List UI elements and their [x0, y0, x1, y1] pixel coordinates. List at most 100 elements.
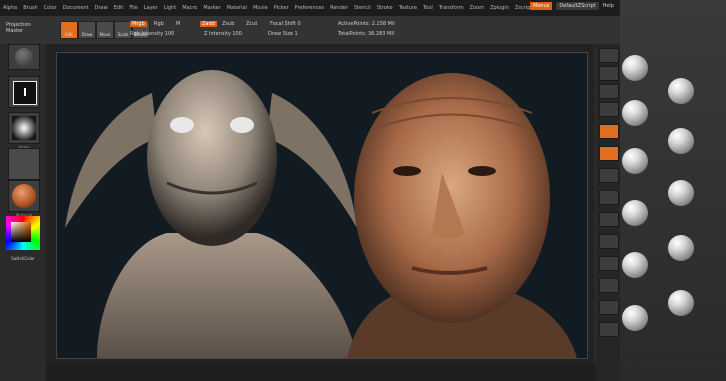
total-points-readout: TotalPoints: 36.283 Mil: [338, 31, 395, 37]
rotate-view-button[interactable]: [599, 278, 619, 293]
arrow-down-icon: [24, 88, 26, 96]
color-picker[interactable]: [6, 216, 40, 250]
sphere-icon[interactable]: [622, 100, 648, 126]
zsub-toggle[interactable]: Zsub: [222, 21, 234, 27]
menu-item[interactable]: Color: [41, 5, 60, 11]
zadd-toggle[interactable]: Zadd: [200, 21, 217, 27]
rgb-intensity-slider[interactable]: Rgb Intensity 100: [130, 31, 174, 37]
document-viewport: [46, 44, 594, 364]
sphere-icon[interactable]: [668, 290, 694, 316]
right-horn: [267, 93, 357, 228]
material-sphere-icon: [12, 184, 36, 208]
default-zscript-button[interactable]: DefaultZScript: [556, 2, 599, 10]
zcut-toggle[interactable]: Zcut: [246, 21, 257, 27]
bottom-tray: [46, 364, 596, 381]
sphere-icon[interactable]: [668, 78, 694, 104]
stroke-preview: [13, 81, 37, 105]
left-horn: [65, 93, 157, 228]
sphere-icon[interactable]: [668, 235, 694, 261]
menu-item[interactable]: Stroke: [374, 5, 396, 11]
mrgb-toggle[interactable]: Mrgb: [130, 21, 147, 27]
menus-toggle[interactable]: Menus: [530, 2, 553, 10]
menu-item[interactable]: Stencil: [351, 5, 374, 11]
man-right-eye: [468, 166, 496, 176]
menu-item[interactable]: File: [126, 5, 140, 11]
sphere-icon[interactable]: [622, 55, 648, 81]
zoom-button[interactable]: [599, 66, 619, 81]
menu-item[interactable]: Layer: [141, 5, 161, 11]
sphere-icon[interactable]: [622, 305, 648, 331]
menu-item[interactable]: Material: [224, 5, 250, 11]
sphere-icon[interactable]: [622, 252, 648, 278]
menu-item[interactable]: Alpha: [0, 5, 20, 11]
draw-button[interactable]: Draw: [78, 21, 96, 39]
texture-slot[interactable]: Texture: [8, 148, 40, 186]
menu-item[interactable]: Tool: [420, 5, 436, 11]
menu-item[interactable]: Texture: [396, 5, 420, 11]
material-slot[interactable]: Material: [8, 180, 40, 218]
projection-master-label[interactable]: Projection Master: [6, 22, 42, 34]
man-head: [354, 73, 550, 323]
z-intensity-slider[interactable]: Z Intensity 100: [204, 31, 242, 37]
transp-button[interactable]: [599, 322, 619, 337]
rgb-toggle[interactable]: Rgb: [154, 21, 164, 27]
m-toggle[interactable]: M: [176, 21, 180, 27]
sphere-icon[interactable]: [668, 180, 694, 206]
color-square[interactable]: [11, 222, 31, 242]
menu-bar: Alpha Brush Color Document Draw Edit Fil…: [0, 0, 620, 16]
sphere-icon[interactable]: [622, 148, 648, 174]
sphere-icon[interactable]: [668, 128, 694, 154]
brush-slot[interactable]: [8, 44, 40, 70]
menu-item[interactable]: Zoom: [467, 5, 487, 11]
creature-head: [147, 70, 277, 246]
creature-torso: [97, 233, 357, 358]
alpha-slot[interactable]: Alpha: [8, 112, 40, 150]
edit-button[interactable]: Edit: [60, 21, 78, 39]
scale-label: Scale: [117, 32, 129, 37]
menu-item[interactable]: Light: [161, 5, 179, 11]
persp-button[interactable]: [599, 124, 619, 139]
menu-item[interactable]: Render: [327, 5, 351, 11]
sphere-icon[interactable]: [622, 200, 648, 226]
menu-item[interactable]: Draw: [92, 5, 111, 11]
frame-button[interactable]: [599, 212, 619, 227]
scale-view-button[interactable]: [599, 256, 619, 271]
material-sphere-shelf: [620, 0, 726, 381]
creature-left-eye: [170, 117, 194, 133]
move-label: Move: [99, 32, 111, 37]
left-tray: Alpha Texture Material SwitchColor: [0, 44, 46, 381]
polyf-button[interactable]: [599, 300, 619, 315]
menu-item[interactable]: Picker: [271, 5, 292, 11]
menu-item[interactable]: Document: [60, 5, 92, 11]
help-button[interactable]: Help: [603, 3, 614, 9]
zbrush-window: Alpha Brush Color Document Draw Edit Fil…: [0, 0, 620, 381]
scroll-button[interactable]: [599, 48, 619, 63]
draw-size-slider[interactable]: Draw Size 1: [268, 31, 298, 37]
brush-sphere-icon: [15, 48, 33, 66]
canvas[interactable]: [56, 52, 588, 359]
menu-item[interactable]: Edit: [111, 5, 127, 11]
canvas-render: [65, 70, 577, 358]
menu-right-group: Menus DefaultZScript Help: [530, 2, 614, 10]
stroke-slot[interactable]: [8, 76, 40, 108]
menu-item[interactable]: Preferences: [292, 5, 327, 11]
actual-button[interactable]: [599, 84, 619, 99]
move-button[interactable]: Move: [96, 21, 114, 39]
menu-item[interactable]: Brush: [20, 5, 40, 11]
alpha-preview: [12, 116, 36, 140]
floor-button[interactable]: [599, 146, 619, 161]
menu-item[interactable]: Zplugin: [487, 5, 512, 11]
local-button[interactable]: [599, 168, 619, 183]
xyz-button[interactable]: [599, 190, 619, 205]
active-points-readout: ActivePoints: 2.158 Mil: [338, 21, 395, 27]
switch-color-button[interactable]: SwitchColor: [6, 256, 40, 261]
aahalf-button[interactable]: [599, 102, 619, 117]
draw-label: Draw: [81, 32, 93, 37]
menu-item[interactable]: Marker: [200, 5, 223, 11]
move-view-button[interactable]: [599, 234, 619, 249]
edit-label: Edit: [65, 32, 73, 37]
focal-shift-slider[interactable]: Focal Shift 0: [270, 21, 301, 27]
menu-item[interactable]: Macro: [179, 5, 200, 11]
menu-item[interactable]: Transform: [436, 5, 467, 11]
menu-item[interactable]: Movie: [250, 5, 271, 11]
